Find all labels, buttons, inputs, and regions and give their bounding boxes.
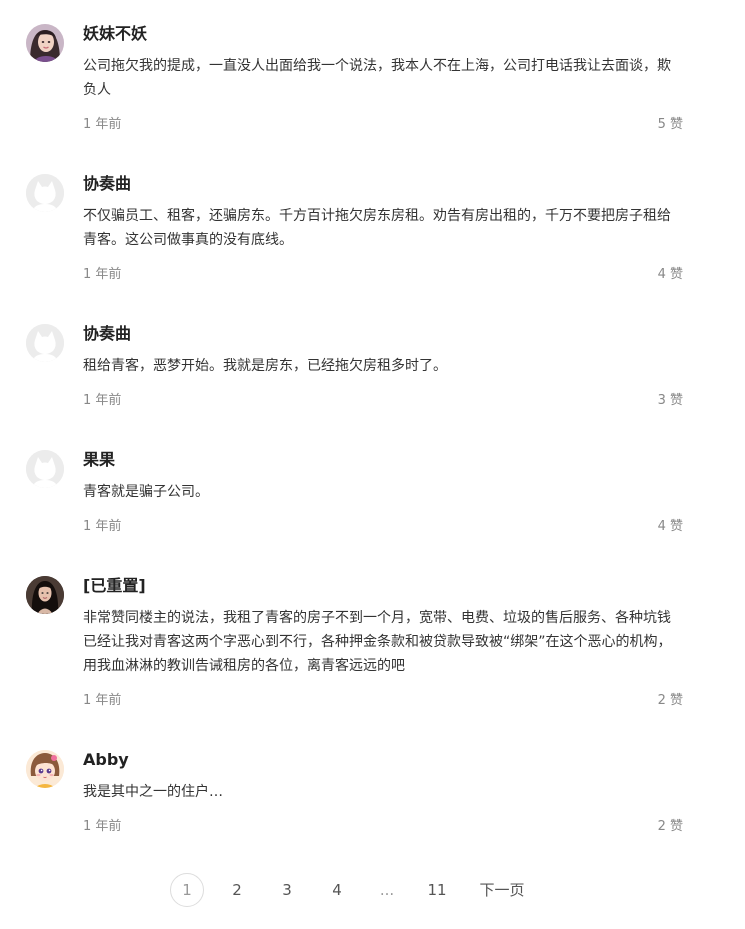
next-page-button[interactable]: 下一页 bbox=[478, 873, 526, 907]
comment-content: [已重置] 非常赞同楼主的说法，我租了青客的房子不到一个月，宽带、电费、垃圾的售… bbox=[83, 576, 683, 678]
pagination: 1 2 3 4 ... 11 下一页 bbox=[0, 873, 745, 909]
comment-time: 1 年前 bbox=[83, 519, 122, 534]
comment-meta: 1 年前 2 赞 bbox=[83, 818, 683, 836]
username[interactable]: 协奏曲 bbox=[83, 324, 683, 344]
default-avatar-icon[interactable] bbox=[26, 174, 64, 212]
comment-meta: 1 年前 2 赞 bbox=[83, 692, 683, 710]
comment-content: 协奏曲 租给青客，恶梦开始。我就是房东，已经拖欠房租多时了。 bbox=[83, 324, 683, 378]
page-ellipsis: ... bbox=[379, 881, 395, 899]
username[interactable]: 果果 bbox=[83, 450, 683, 470]
comment-content: 妖妹不妖 公司拖欠我的提成，一直没人出面给我一个说法，我本人不在上海，公司打电话… bbox=[83, 24, 683, 102]
comment-time: 1 年前 bbox=[83, 117, 122, 132]
default-avatar-icon[interactable] bbox=[26, 450, 64, 488]
page-button-current[interactable]: 1 bbox=[170, 873, 204, 907]
like-button[interactable]: 5 赞 bbox=[658, 116, 683, 134]
page-button[interactable]: 3 bbox=[276, 873, 298, 907]
page-button[interactable]: 11 bbox=[424, 873, 450, 907]
default-avatar-icon[interactable] bbox=[26, 324, 64, 362]
comment-time: 1 年前 bbox=[83, 693, 122, 708]
like-button[interactable]: 4 赞 bbox=[658, 518, 683, 536]
comment-text: 不仅骗员工、租客，还骗房东。千方百计拖欠房东房租。劝告有房出租的，千万不要把房子… bbox=[83, 208, 671, 248]
comment-text: 我是其中之一的住户… bbox=[83, 784, 223, 800]
like-button[interactable]: 2 赞 bbox=[658, 692, 683, 710]
username[interactable]: 协奏曲 bbox=[83, 174, 683, 194]
user-avatar[interactable] bbox=[26, 24, 64, 62]
comment-content: 协奏曲 不仅骗员工、租客，还骗房东。千方百计拖欠房东房租。劝告有房出租的，千万不… bbox=[83, 174, 683, 252]
comment-content: Abby 我是其中之一的住户… bbox=[83, 750, 683, 804]
page-button[interactable]: 2 bbox=[226, 873, 248, 907]
comment-meta: 1 年前 4 赞 bbox=[83, 266, 683, 284]
comment-content: 果果 青客就是骗子公司。 bbox=[83, 450, 683, 504]
username[interactable]: 妖妹不妖 bbox=[83, 24, 683, 44]
username[interactable]: [已重置] bbox=[83, 576, 683, 596]
comment-meta: 1 年前 5 赞 bbox=[83, 116, 683, 134]
comment-text: 青客就是骗子公司。 bbox=[83, 484, 209, 500]
like-button[interactable]: 3 赞 bbox=[658, 392, 683, 410]
comment-time: 1 年前 bbox=[83, 819, 122, 834]
comment-meta: 1 年前 3 赞 bbox=[83, 392, 683, 410]
comment-time: 1 年前 bbox=[83, 267, 122, 282]
comment-text: 非常赞同楼主的说法，我租了青客的房子不到一个月，宽带、电费、垃圾的售后服务、各种… bbox=[83, 610, 672, 674]
like-button[interactable]: 4 赞 bbox=[658, 266, 683, 284]
comment-meta: 1 年前 4 赞 bbox=[83, 518, 683, 536]
like-button[interactable]: 2 赞 bbox=[658, 818, 683, 836]
user-avatar[interactable] bbox=[26, 576, 64, 614]
comment-time: 1 年前 bbox=[83, 393, 122, 408]
page-button[interactable]: 4 bbox=[326, 873, 348, 907]
user-avatar[interactable] bbox=[26, 750, 64, 788]
comment-text: 租给青客，恶梦开始。我就是房东，已经拖欠房租多时了。 bbox=[83, 358, 447, 374]
comment-text: 公司拖欠我的提成，一直没人出面给我一个说法，我本人不在上海，公司打电话我让去面谈… bbox=[83, 58, 671, 98]
username[interactable]: Abby bbox=[83, 750, 683, 770]
